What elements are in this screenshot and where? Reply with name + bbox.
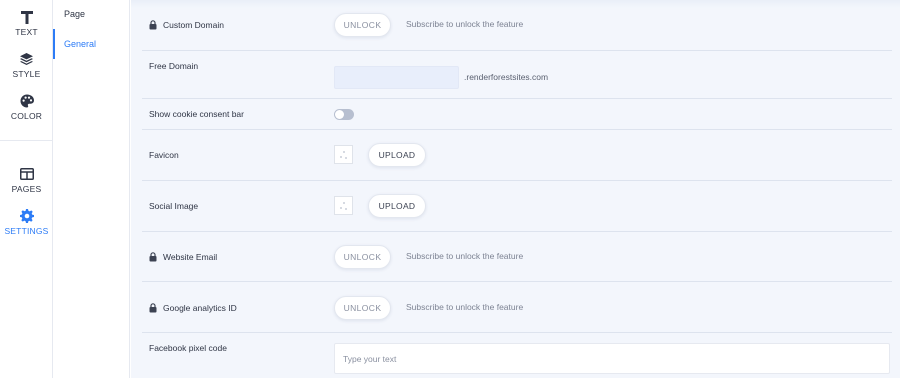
google-analytics-row: Google analytics ID UNLOCK Subscribe to …: [142, 282, 892, 333]
social-image-label: Social Image: [149, 201, 199, 211]
custom-domain-label-text: Custom Domain: [163, 20, 224, 30]
free-domain-label: Free Domain: [149, 61, 199, 71]
free-domain-suffix: .renderforestsites.com: [464, 72, 549, 82]
lock-icon: [149, 20, 157, 30]
tool-rail: TEXT STYLE COLOR PAGES SETTINGS: [0, 0, 53, 378]
google-analytics-label: Google analytics ID: [149, 303, 237, 313]
website-email-label-text: Website Email: [163, 252, 218, 262]
favicon-preview: [334, 145, 353, 164]
facebook-pixel-row: Facebook pixel code: [142, 333, 892, 378]
text-icon: [0, 9, 53, 25]
rail-item-color[interactable]: COLOR: [0, 93, 53, 121]
custom-domain-hint: Subscribe to unlock the feature: [406, 19, 524, 29]
custom-domain-row: Custom Domain UNLOCK Subscribe to unlock…: [142, 0, 892, 51]
toggle-knob: [335, 110, 344, 119]
rail-item-pages[interactable]: PAGES: [0, 166, 53, 194]
cookie-bar-label: Show cookie consent bar: [149, 109, 244, 119]
website-email-label: Website Email: [149, 252, 217, 262]
facebook-pixel-input[interactable]: [334, 343, 890, 374]
pages-icon: [0, 166, 53, 182]
social-image-row: Social Image UPLOAD: [142, 181, 892, 232]
rail-item-label: SETTINGS: [4, 226, 49, 236]
rail-divider: [0, 140, 53, 141]
rail-item-label: STYLE: [12, 69, 41, 79]
palette-icon: [0, 93, 53, 109]
lock-icon: [149, 252, 157, 262]
website-email-unlock-button[interactable]: UNLOCK: [334, 245, 391, 269]
rail-item-settings[interactable]: SETTINGS: [0, 208, 53, 236]
subnav-title: Page: [64, 9, 86, 19]
website-email-row: Website Email UNLOCK Subscribe to unlock…: [142, 232, 892, 282]
custom-domain-unlock-button[interactable]: UNLOCK: [334, 13, 391, 37]
rail-item-label: COLOR: [10, 111, 43, 121]
favicon-label: Favicon: [149, 150, 179, 160]
rail-item-label: PAGES: [11, 184, 42, 194]
google-analytics-label-text: Google analytics ID: [163, 303, 237, 313]
layers-icon: [0, 51, 53, 67]
subnav-item-general[interactable]: General: [53, 29, 129, 59]
social-image-upload-button[interactable]: UPLOAD: [368, 194, 426, 218]
cookie-bar-toggle[interactable]: [334, 109, 354, 120]
google-analytics-hint: Subscribe to unlock the feature: [406, 302, 524, 312]
rail-item-style[interactable]: STYLE: [0, 51, 53, 79]
settings-subnav: Page General: [53, 0, 130, 378]
rail-item-text[interactable]: TEXT: [0, 9, 53, 37]
rail-item-label: TEXT: [15, 27, 38, 37]
facebook-pixel-label: Facebook pixel code: [149, 343, 227, 353]
website-email-hint: Subscribe to unlock the feature: [406, 251, 524, 261]
favicon-upload-button[interactable]: UPLOAD: [368, 143, 426, 167]
google-analytics-unlock-button[interactable]: UNLOCK: [334, 296, 391, 320]
lock-icon: [149, 303, 157, 313]
gear-icon: [0, 208, 53, 224]
custom-domain-label: Custom Domain: [149, 20, 224, 30]
free-domain-row: Free Domain .renderforestsites.com: [142, 51, 892, 99]
social-image-preview: [334, 196, 353, 215]
free-domain-input[interactable]: [334, 66, 459, 89]
favicon-row: Favicon UPLOAD: [142, 130, 892, 181]
settings-panel: Custom Domain UNLOCK Subscribe to unlock…: [131, 0, 900, 378]
cookie-bar-row: Show cookie consent bar: [142, 99, 892, 130]
